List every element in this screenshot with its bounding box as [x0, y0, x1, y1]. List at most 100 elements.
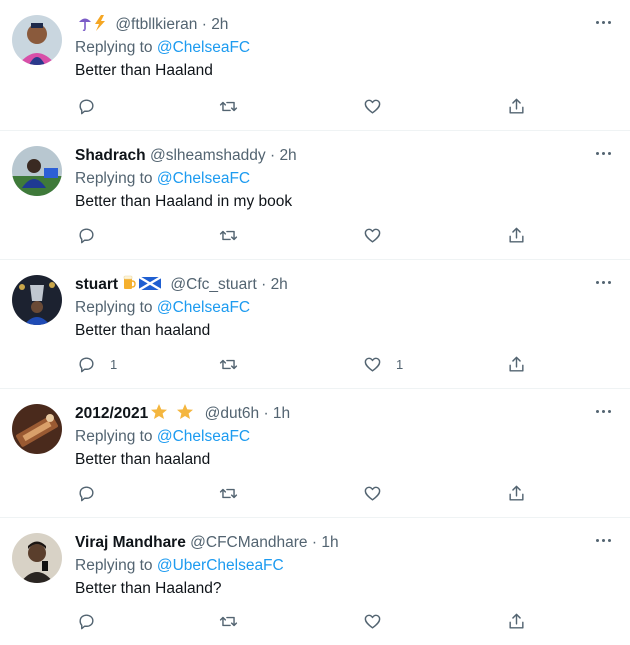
- action-bar: [75, 611, 530, 631]
- separator-dot: ·: [263, 405, 269, 422]
- tweet-text: Better than haaland: [75, 322, 211, 339]
- handle[interactable]: @slheamshaddy: [150, 147, 266, 164]
- more-icon[interactable]: [594, 534, 614, 546]
- reply-button[interactable]: [77, 483, 110, 503]
- share-button[interactable]: [507, 611, 526, 631]
- avatar[interactable]: [12, 404, 62, 454]
- heart-icon: [364, 614, 381, 629]
- like-button[interactable]: [363, 611, 396, 631]
- mention-link[interactable]: @ChelseaFC: [157, 428, 250, 445]
- retweet-button[interactable]: [219, 611, 238, 631]
- tweet[interactable]: stuart @Cfc_stuart · 2h Replying to @Che…: [0, 260, 630, 389]
- share-button[interactable]: [507, 483, 526, 503]
- tweet[interactable]: @ftbllkieran · 2h Replying to @ChelseaFC…: [0, 0, 630, 131]
- timestamp[interactable]: 1h: [273, 405, 290, 422]
- replying-label: Replying to: [75, 39, 153, 56]
- reply-icon: [79, 356, 94, 372]
- replying-label: Replying to: [75, 170, 153, 187]
- reply-icon: [79, 98, 94, 114]
- replying-to: Replying to @ChelseaFC: [75, 425, 590, 448]
- reply-button[interactable]: [77, 96, 110, 116]
- tweet-header: @ftbllkieran · 2h: [75, 14, 590, 36]
- reply-icon: [79, 485, 94, 501]
- tweet[interactable]: Viraj Mandhare @CFCMandhare · 1h Replyin…: [0, 518, 630, 645]
- tweet-header: Viraj Mandhare @CFCMandhare · 1h: [75, 532, 590, 554]
- heart-icon: [364, 486, 381, 501]
- retweet-icon: [219, 616, 238, 626]
- handle[interactable]: @dut6h: [205, 405, 260, 422]
- more-icon[interactable]: [594, 147, 614, 159]
- separator-dot: ·: [201, 16, 207, 33]
- avatar[interactable]: [12, 275, 62, 325]
- share-icon: [509, 613, 524, 629]
- more-icon[interactable]: [594, 276, 614, 288]
- replying-to: Replying to @UberChelseaFC: [75, 554, 590, 577]
- share-icon: [509, 98, 524, 114]
- display-name[interactable]: stuart: [75, 276, 118, 293]
- replying-to: Replying to @ChelseaFC: [75, 296, 590, 319]
- retweet-button[interactable]: [219, 225, 238, 245]
- retweet-icon: [219, 488, 238, 498]
- reply-button[interactable]: [77, 611, 110, 631]
- handle[interactable]: @ftbllkieran: [115, 16, 197, 33]
- avatar[interactable]: [12, 146, 62, 196]
- tweet[interactable]: Shadrach @slheamshaddy · 2h Replying to …: [0, 131, 630, 260]
- tweet[interactable]: 2012/2021 @dut6h · 1h Replying to @Chels…: [0, 389, 630, 518]
- avatar[interactable]: [12, 533, 62, 583]
- mention-link[interactable]: @ChelseaFC: [157, 39, 250, 56]
- like-button[interactable]: [363, 96, 396, 116]
- timestamp[interactable]: 2h: [279, 147, 296, 164]
- timestamp[interactable]: 2h: [211, 16, 228, 33]
- separator-dot: ·: [261, 276, 267, 293]
- heart-icon: [364, 228, 381, 243]
- tweet-text: Better than haaland: [75, 451, 211, 468]
- replying-label: Replying to: [75, 299, 153, 316]
- more-icon[interactable]: [594, 16, 614, 28]
- reply-count: 1: [110, 356, 118, 372]
- tweet-text: Better than Haaland?: [75, 580, 222, 597]
- reply-button[interactable]: 1: [77, 354, 117, 374]
- tweet-text: Better than Haaland in my book: [75, 193, 293, 210]
- share-icon: [509, 356, 524, 372]
- separator-dot: ·: [269, 147, 276, 164]
- action-bar: [75, 225, 530, 245]
- reply-icon: [79, 613, 94, 629]
- share-button[interactable]: [507, 96, 526, 116]
- share-icon: [509, 227, 524, 243]
- handle[interactable]: @CFCMandhare: [190, 534, 307, 551]
- tweet-header: stuart @Cfc_stuart · 2h: [75, 274, 590, 296]
- replying-label: Replying to: [75, 557, 153, 574]
- mention-link[interactable]: @ChelseaFC: [157, 170, 250, 187]
- retweet-button[interactable]: [219, 96, 238, 116]
- like-button[interactable]: [363, 483, 396, 503]
- handle[interactable]: @Cfc_stuart: [170, 276, 256, 293]
- action-bar: 1 1: [75, 354, 530, 374]
- more-icon[interactable]: [594, 405, 614, 417]
- display-name[interactable]: Viraj Mandhare: [75, 534, 186, 551]
- reply-button[interactable]: [77, 225, 110, 245]
- mention-link[interactable]: @ChelseaFC: [157, 299, 250, 316]
- reply-icon: [79, 227, 94, 243]
- tweet-header: 2012/2021 @dut6h · 1h: [75, 403, 590, 425]
- like-button[interactable]: 1: [363, 354, 403, 374]
- retweet-button[interactable]: [219, 354, 238, 374]
- display-name[interactable]: Shadrach: [75, 147, 146, 164]
- like-button[interactable]: [363, 225, 396, 245]
- mention-link[interactable]: @UberChelseaFC: [157, 557, 284, 574]
- share-button[interactable]: [507, 354, 526, 374]
- replying-label: Replying to: [75, 428, 153, 445]
- timestamp[interactable]: 1h: [321, 534, 338, 551]
- display-name[interactable]: 2012/2021: [75, 405, 148, 422]
- retweet-icon: [219, 230, 238, 240]
- tweet-header: Shadrach @slheamshaddy · 2h: [75, 145, 590, 167]
- action-bar: [75, 483, 530, 503]
- share-button[interactable]: [507, 225, 526, 245]
- avatar[interactable]: [12, 15, 62, 65]
- like-count: 1: [396, 356, 404, 372]
- retweet-button[interactable]: [219, 483, 238, 503]
- heart-icon: [364, 357, 381, 372]
- timestamp[interactable]: 2h: [271, 276, 288, 293]
- reply-feed: @ftbllkieran · 2h Replying to @ChelseaFC…: [0, 0, 630, 645]
- retweet-icon: [219, 101, 238, 111]
- replying-to: Replying to @ChelseaFC: [75, 167, 590, 190]
